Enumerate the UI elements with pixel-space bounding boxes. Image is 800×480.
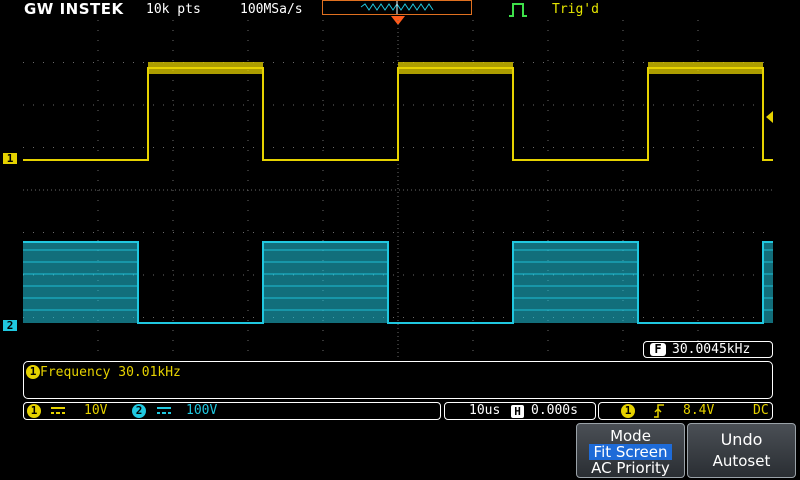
ch1-badge: 1: [27, 404, 41, 418]
mode-title: Mode: [610, 427, 651, 445]
horizontal-position: 0.000s: [531, 403, 578, 418]
dc-coupling-icon: [157, 403, 171, 422]
waveform-graticule: [23, 20, 773, 360]
ch1-noise-band: [648, 62, 763, 74]
memory-waveform-icon: [360, 1, 434, 14]
channel-status-box: 1 10V 2 100V: [23, 402, 441, 420]
frequency-value: 30.0045kHz: [672, 342, 751, 357]
ch2-burst-band: [263, 242, 388, 323]
ch2-burst-band: [763, 242, 773, 323]
ch2-scale: 100V: [186, 403, 218, 418]
ch2-badge: 2: [132, 404, 146, 418]
timebase-status-box: 10us H 0.000s: [444, 402, 596, 420]
sample-rate: 100MSa/s: [240, 2, 303, 17]
frequency-badge: F: [650, 343, 666, 356]
waveform-display[interactable]: [23, 20, 773, 360]
measurement-line: 1 Frequency 30.01kHz: [26, 365, 181, 380]
ch2-burst-band: [23, 242, 138, 323]
ch1-noise-band: [398, 62, 513, 74]
mode-option-fit-screen[interactable]: Fit Screen: [589, 444, 672, 460]
trigger-level: 8.4V: [683, 403, 715, 418]
memory-overview-bar: [322, 0, 472, 15]
edge-trigger-icon: [508, 2, 528, 21]
ch1-waveform: [23, 67, 773, 161]
measurement-channel-badge: 1: [26, 365, 40, 379]
timebase-scale: 10us: [469, 403, 501, 418]
trigger-level-marker[interactable]: [766, 111, 773, 123]
undo-label: Undo: [720, 430, 763, 449]
ch2-burst-band: [513, 242, 638, 323]
mode-softkey[interactable]: Mode Fit Screen AC Priority: [576, 423, 685, 478]
autoset-label: Autoset: [712, 452, 771, 470]
frequency-counter: F 30.0045kHz: [643, 341, 773, 358]
rising-edge-icon: [653, 404, 665, 423]
ch1-scale: 10V: [84, 403, 108, 418]
top-status-bar: GW INSTEK 10k pts 100MSa/s Trig'd: [0, 0, 800, 25]
ch2-ground-marker[interactable]: 2: [3, 320, 17, 331]
trigger-status: Trig'd: [552, 2, 599, 17]
ch1-ground-marker[interactable]: 1: [3, 153, 17, 164]
trigger-status-box: 1 8.4V DC: [598, 402, 773, 420]
ch1-noise-band: [148, 62, 263, 74]
measurement-text: Frequency 30.01kHz: [40, 365, 181, 380]
measurement-panel: 1 Frequency 30.01kHz: [23, 361, 773, 399]
horizontal-position-badge: H: [511, 405, 524, 418]
dc-coupling-icon: [51, 403, 65, 422]
brand-logo: GW INSTEK: [24, 0, 124, 18]
mode-option-ac-priority[interactable]: AC Priority: [577, 460, 684, 476]
record-length: 10k pts: [146, 2, 201, 17]
undo-autoset-button[interactable]: Undo Autoset: [687, 423, 796, 478]
trigger-coupling: DC: [753, 403, 769, 418]
trigger-source-badge: 1: [621, 404, 635, 418]
